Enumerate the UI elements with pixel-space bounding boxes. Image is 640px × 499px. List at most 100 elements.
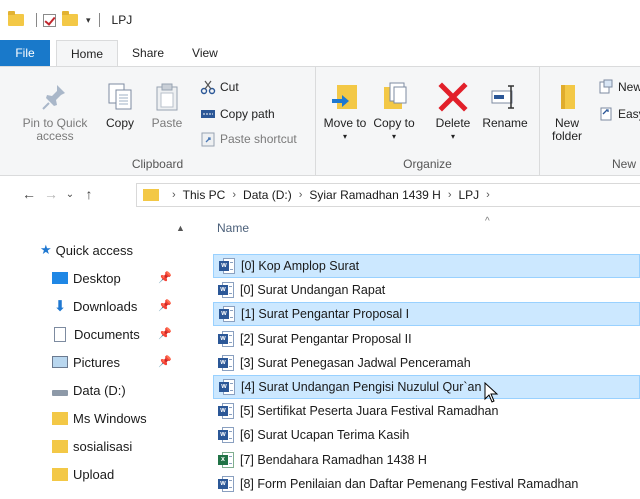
forward-arrow-icon[interactable]: → (40, 186, 62, 202)
cut-label: Cut (220, 80, 239, 94)
word-file-icon: w (218, 331, 234, 347)
copy-path-icon (201, 110, 215, 118)
sidebar-item-label: Ms Windows (73, 410, 147, 426)
quick-access-toolbar-dropdown-icon[interactable]: ▾ (86, 15, 91, 26)
chevron-right-icon[interactable]: › (172, 189, 176, 201)
pin-label: Pin to Quick access (22, 116, 88, 143)
rename-button[interactable]: Rename (480, 81, 530, 130)
move-to-button[interactable]: Move to ▾ (322, 81, 368, 143)
paste-label: Paste (151, 116, 183, 130)
folder-icon (52, 467, 68, 481)
word-file-icon: w (218, 427, 234, 443)
pin-icon (42, 85, 65, 110)
clipboard-group-label: Clipboard (131, 157, 184, 171)
chevron-right-icon[interactable]: › (232, 189, 236, 201)
new-item-button[interactable]: New (598, 79, 640, 95)
chevron-right-icon[interactable]: › (486, 189, 490, 201)
chevron-right-icon[interactable]: › (299, 189, 303, 201)
organize-group: Move to ▾ Copy to ▾ Delete ▾ Rename Orga… (316, 67, 540, 175)
file-name: [3] Surat Penegasan Jadwal Penceramah (240, 356, 471, 370)
paste-shortcut-button[interactable]: Paste shortcut (200, 131, 297, 147)
breadcrumb-this-pc[interactable]: This PC (183, 188, 226, 202)
file-row[interactable]: w [6] Surat Ucapan Terima Kasih (213, 423, 640, 447)
pin-icon[interactable]: 📌 (158, 271, 172, 284)
folder-icon (52, 439, 68, 453)
sidebar-item-pictures[interactable]: Pictures (52, 349, 120, 375)
delete-button[interactable]: Delete ▾ (430, 81, 476, 143)
chevron-down-icon: ▾ (342, 132, 347, 141)
file-row[interactable]: w [5] Sertifikat Peserta Juara Festival R… (213, 399, 640, 423)
file-name: [6] Surat Ucapan Terima Kasih (240, 428, 410, 442)
sidebar-item-label: Quick access (55, 242, 133, 258)
sidebar-item-label: Downloads (73, 298, 138, 314)
rename-label: Rename (482, 116, 528, 130)
tab-share[interactable]: Share (118, 40, 178, 66)
word-file-icon: w (218, 476, 234, 492)
sidebar-item-ms-windows[interactable]: Ms Windows (52, 405, 147, 431)
sidebar-item-upload[interactable]: Upload (52, 461, 114, 487)
drive-icon (52, 390, 68, 396)
copy-icon (108, 83, 132, 110)
easy-access-icon (600, 107, 612, 121)
copy-to-label: Copy to (373, 116, 415, 130)
sidebar-item-label: Desktop (73, 270, 121, 286)
back-arrow-icon[interactable]: ← (18, 186, 40, 202)
copy-to-icon (384, 82, 407, 109)
file-row[interactable]: w [4] Surat Undangan Pengisi Nuzulul Qur`… (213, 375, 640, 399)
file-row[interactable]: x [7] Bendahara Ramadhan 1438 H (213, 448, 640, 472)
pin-icon[interactable]: 📌 (158, 299, 172, 312)
mouse-cursor-icon (484, 382, 499, 403)
file-row[interactable]: w [8] Form Penilaian dan Daftar Pemenang … (213, 472, 640, 496)
new-folder-button[interactable]: New folder (544, 81, 590, 143)
new-item-label: New (618, 80, 640, 94)
pin-icon[interactable]: 📌 (158, 327, 172, 340)
properties-icon[interactable] (43, 13, 56, 27)
sidebar-item-data-d[interactable]: Data (D:) (52, 377, 126, 403)
chevron-right-icon[interactable]: › (448, 189, 452, 201)
pin-to-quick-access-button[interactable]: Pin to Quick access (14, 81, 96, 143)
file-row[interactable]: w [3] Surat Penegasan Jadwal Penceramah (213, 351, 640, 375)
easy-access-button[interactable]: Easy (598, 106, 640, 122)
star-icon: ★ (40, 242, 52, 257)
address-bar[interactable]: › This PC › Data (D:) › Syiar Ramadhan 1… (136, 183, 640, 207)
ribbon: Pin to Quick access Copy Paste Cut Copy … (0, 66, 640, 176)
column-header-name[interactable]: Name (217, 221, 249, 235)
new-folder-icon[interactable] (62, 11, 78, 26)
chevron-down-icon: ▾ (450, 132, 455, 141)
sidebar-item-label: Documents (74, 326, 140, 342)
file-row[interactable]: w [0] Kop Amplop Surat (213, 254, 640, 278)
file-name: [0] Kop Amplop Surat (241, 259, 360, 273)
paste-button[interactable]: Paste (144, 81, 190, 130)
breadcrumb-data-d[interactable]: Data (D:) (243, 188, 292, 202)
paste-icon (156, 83, 178, 111)
cut-button[interactable]: Cut (200, 79, 239, 95)
file-row[interactable]: w [1] Surat Pengantar Proposal I (213, 302, 640, 326)
breadcrumb-syiar-ramadhan[interactable]: Syiar Ramadhan 1439 H (309, 188, 440, 202)
excel-file-icon: x (218, 452, 234, 468)
new-group-label: New (612, 157, 637, 171)
pin-icon[interactable]: 📌 (158, 355, 172, 368)
breadcrumb-lpj[interactable]: LPJ (458, 188, 479, 202)
sidebar-item-downloads[interactable]: ⬇ Downloads (52, 293, 138, 319)
word-file-icon: w (219, 258, 235, 274)
rename-icon (491, 85, 514, 109)
sidebar-item-quick-access[interactable]: ★ Quick access (40, 237, 133, 263)
sidebar-item-documents[interactable]: Documents (52, 321, 140, 347)
scroll-up-arrow-icon[interactable]: ▲ (176, 223, 185, 233)
copy-button[interactable]: Copy (100, 81, 140, 130)
file-row[interactable]: w [0] Surat Undangan Rapat (213, 278, 640, 302)
word-file-icon: w (218, 282, 234, 298)
file-row[interactable]: w [2] Surat Pengantar Proposal II (213, 327, 640, 351)
copy-to-button[interactable]: Copy to ▾ (372, 81, 416, 143)
up-arrow-icon[interactable]: ↑ (78, 186, 100, 202)
tab-view[interactable]: View (178, 40, 232, 66)
tab-file[interactable]: File (0, 40, 50, 66)
copy-path-button[interactable]: Copy path (200, 106, 275, 122)
tab-home[interactable]: Home (56, 40, 119, 66)
chevron-down-icon: ▾ (391, 132, 396, 141)
divider (98, 13, 100, 27)
sidebar-item-sosialisasi[interactable]: sosialisasi (52, 433, 132, 459)
sidebar-item-desktop[interactable]: Desktop (52, 265, 121, 291)
recent-locations-chevron-icon[interactable]: ⌄ (62, 189, 78, 200)
paste-shortcut-label: Paste shortcut (220, 132, 297, 146)
